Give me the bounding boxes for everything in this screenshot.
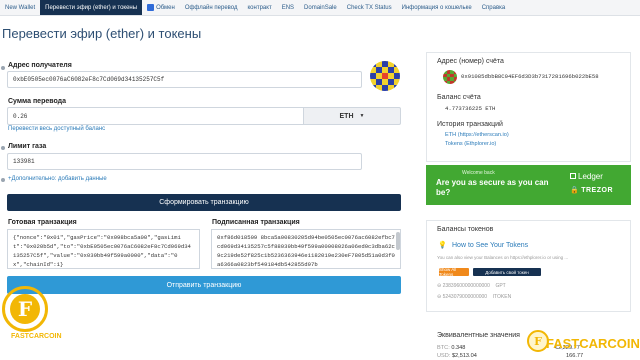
bullet-dot [1, 146, 5, 150]
send-all-link[interactable]: Перевести весь доступный баланс [8, 126, 105, 132]
chevron-down-icon: ▼ [359, 113, 365, 119]
tab-domainsale[interactable]: DomainSale [299, 0, 342, 15]
token-balances-title: Балансы токенов [437, 226, 494, 233]
coin-icon: F [10, 294, 40, 324]
tab-help[interactable]: Справка [477, 0, 511, 15]
tab-label: New Wallet [5, 4, 36, 11]
trezor-logo: 🔒 TREZOR [570, 186, 613, 194]
token-row: ⊖ 23839600000000000 GPT [437, 283, 506, 289]
history-label: История транзакций [437, 121, 503, 128]
tab-check-tx[interactable]: Check TX Status [342, 0, 397, 15]
page-title: Перевести эфир (ether) и токены [2, 26, 202, 41]
fastcarcoin-logo: F [2, 286, 48, 332]
send-transaction-button[interactable]: Отправить транзакцию [7, 276, 401, 294]
token-row: ⊖ 5243079000000000 ITOKEN [437, 294, 511, 300]
tab-label: Обмен [156, 4, 175, 11]
to-address-input[interactable]: 0xbE0505ec0076aC6082eF8c7Cd069d34135257C… [7, 71, 362, 88]
bullet-dot [1, 178, 5, 182]
trezor-label: TREZOR [581, 187, 613, 194]
ledger-icon [570, 173, 576, 179]
btc-value: 0.348 [451, 345, 466, 351]
tab-send-ether[interactable]: Перевести эфир (ether) и токены [40, 0, 143, 15]
balance-label: Баланс счёта [437, 94, 481, 101]
generate-transaction-button[interactable]: Сформировать транзакцию [7, 194, 401, 211]
amount-input[interactable]: 0.26 [7, 107, 304, 125]
token-symbol: GPT [495, 283, 506, 289]
btc-equiv: BTC: 0.348 [437, 345, 465, 351]
to-address-label: Адрес получателя [8, 62, 72, 69]
bullet-dot [1, 66, 5, 70]
btc-label: BTC: [437, 345, 450, 351]
promo-welcome: Welcome back [462, 170, 495, 176]
signed-tx-textarea[interactable]: 0xf86d018509 8bca5a00830205d94be0505ec00… [211, 229, 401, 269]
tokens-description: You can also view your Balances on https… [437, 255, 569, 260]
tab-label: Информация о кошельке [401, 4, 472, 11]
ledger-label: Ledger [578, 172, 603, 181]
history-eth-link[interactable]: ETH (https://etherscan.io) [445, 132, 509, 138]
lightbulb-icon: 💡 [438, 242, 447, 249]
token-value: 23839600000000000 [442, 283, 490, 289]
tab-label: ENS [281, 4, 295, 11]
usd-label: USD: [437, 353, 451, 359]
ledger-logo: Ledger [570, 172, 603, 181]
history-tokens-link[interactable]: Tokens (Ethplorer.io) [445, 141, 496, 147]
tab-label: Перевести эфир (ether) и токены [45, 4, 138, 11]
amount-label: Сумма перевода [8, 98, 66, 105]
recipient-identicon [370, 61, 400, 91]
eur-equiv-2: 166.77 [566, 353, 584, 359]
lock-icon: 🔒 [570, 187, 580, 194]
account-avatar [443, 70, 457, 84]
tab-label: Справка [481, 4, 506, 11]
raw-tx-textarea[interactable]: {"nonce":"0x01","gasPrice":"0x098bca5a00… [7, 229, 200, 269]
textarea-scrollbar[interactable] [396, 232, 400, 250]
balance-value: 4.773736225 ETH [445, 105, 496, 112]
watermark-brand: FASTCARCOIN [11, 333, 62, 340]
tab-label: DomainSale [304, 4, 337, 11]
tab-label: контракт [247, 4, 272, 11]
tab-wallet-info[interactable]: Информация о кошельке [397, 0, 477, 15]
how-to-tokens-link[interactable]: How to See Your Tokens [452, 242, 528, 249]
raw-tx-label: Готовая транзакция [8, 219, 77, 226]
account-address-label: Адрес (номер) счёта [437, 58, 504, 65]
top-nav: New Wallet Перевести эфир (ether) и токе… [0, 0, 640, 16]
swap-icon [147, 4, 155, 11]
gas-limit-input[interactable]: 133981 [7, 153, 362, 170]
show-all-tokens-button[interactable]: Show All Tokens [439, 267, 469, 277]
promo-headline: Are you as secure as you can be? [436, 178, 549, 197]
account-address-value: 0x91085dbbB8C04EF6d3D3b7317281696b022bE5… [461, 73, 599, 80]
tab-swap[interactable]: Обмен [142, 0, 180, 15]
unit-dropdown[interactable]: ETH ▼ [303, 107, 401, 125]
tab-new-wallet[interactable]: New Wallet [0, 0, 40, 15]
usd-equiv: USD: $2,513.04 [437, 353, 477, 359]
token-value: 5243079000000000 [442, 294, 488, 300]
add-custom-token-button[interactable]: Добавить свой токен [473, 268, 541, 276]
usd-value: $2,513.04 [451, 353, 477, 359]
add-data-link[interactable]: +Дополнительно: добавить данные [8, 176, 107, 182]
tab-offline[interactable]: Оффлайн перевод [180, 0, 243, 15]
equiv-title: Эквивалентные значения [437, 332, 520, 339]
tab-label: Оффлайн перевод [184, 4, 238, 11]
tab-label: Check TX Status [346, 4, 392, 11]
tab-ens[interactable]: ENS [277, 0, 299, 15]
watermark-brand-right: FASTCARCOIN [546, 336, 640, 351]
gas-limit-label: Лимит газа [8, 143, 47, 150]
token-symbol: ITOKEN [492, 294, 512, 300]
unit-label: ETH [339, 112, 354, 120]
signed-tx-label: Подписанная транзакция [212, 219, 300, 226]
tab-contract[interactable]: контракт [242, 0, 276, 15]
